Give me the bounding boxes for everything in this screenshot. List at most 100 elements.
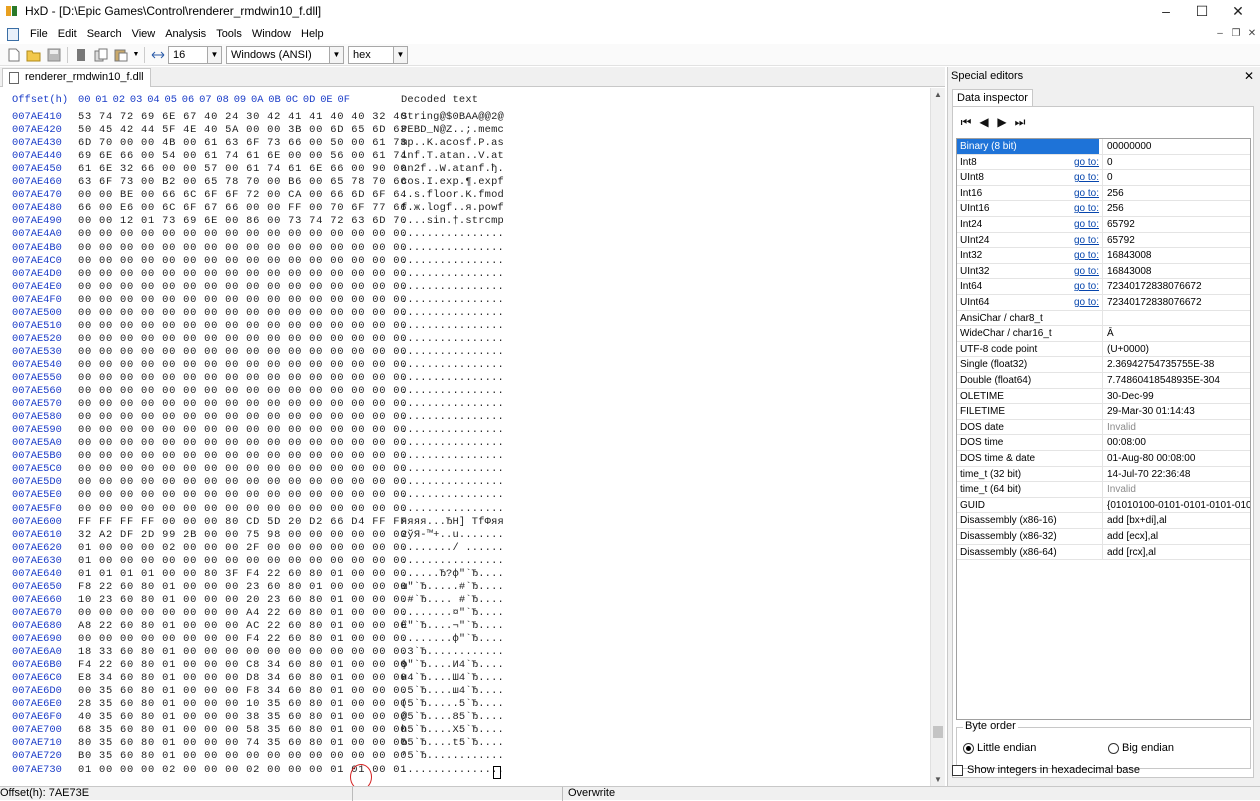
- inspector-value[interactable]: {01010100-0101-0101-0101-01010: [1105, 498, 1250, 513]
- chevron-down-icon[interactable]: ▼: [207, 46, 221, 63]
- row-bytes[interactable]: 53 74 72 69 6E 67 40 24 30 42 41 41 40 4…: [78, 111, 407, 124]
- row-decoded-text[interactable]: ш"`Ђ.....#`Ђ....: [401, 581, 504, 594]
- goto-link[interactable]: go to:: [1074, 186, 1099, 201]
- row-decoded-text[interactable]: ........ф"`Ђ....: [401, 633, 504, 646]
- goto-link[interactable]: go to:: [1074, 279, 1099, 294]
- tab-document[interactable]: renderer_rmdwin10_f.dll: [2, 68, 151, 87]
- menu-help[interactable]: Help: [296, 25, 329, 43]
- row-bytes[interactable]: 00 00 00 00 00 00 00 00 00 00 00 00 00 0…: [78, 268, 407, 281]
- scroll-down-icon[interactable]: ▼: [934, 775, 942, 784]
- inspector-row[interactable]: Disassembly (x86-32) add [ecx],al: [957, 529, 1250, 545]
- row-decoded-text[interactable]: String@$0BAA@@2@: [401, 111, 504, 124]
- first-icon[interactable]: ⏮: [959, 115, 973, 129]
- inspector-value[interactable]: add [ecx],al: [1105, 529, 1158, 544]
- row-decoded-text[interactable]: ................: [401, 255, 504, 268]
- data-inspector-grid[interactable]: Binary (8 bit) 00000000 Int8 go to: 0 UInt8 go…: [956, 138, 1251, 720]
- inspector-row[interactable]: UInt8 go to: 0: [957, 170, 1250, 186]
- inspector-row[interactable]: OLETIME 30-Dec-99: [957, 388, 1250, 405]
- row-bytes[interactable]: E8 34 60 80 01 00 00 00 D8 34 60 80 01 0…: [78, 672, 407, 685]
- row-decoded-text[interactable]: ....sin.†.strcmp: [401, 215, 504, 228]
- row-bytes[interactable]: 01 00 00 00 02 00 00 00 2F 00 00 00 00 0…: [78, 542, 407, 555]
- row-decoded-text[interactable]: ................: [401, 555, 504, 568]
- row-decoded-text[interactable]: ................: [401, 463, 504, 476]
- row-bytes[interactable]: 00 00 00 00 00 00 00 00 00 00 00 00 00 0…: [78, 294, 407, 307]
- inspector-row[interactable]: Disassembly (x86-64) add [rcx],al: [957, 544, 1250, 561]
- inspector-row[interactable]: Double (float64) 7.74860418548935E-304: [957, 373, 1250, 389]
- row-decoded-text[interactable]: ................: [401, 294, 504, 307]
- inspector-row[interactable]: Disassembly (x86-16) add [bx+di],al: [957, 513, 1250, 529]
- row-decoded-text[interactable]: ................: [401, 346, 504, 359]
- row-decoded-text[interactable]: .5`Ђ....ш4`Ђ....: [401, 685, 504, 698]
- menu-file[interactable]: File: [25, 25, 53, 43]
- row-bytes[interactable]: 40 35 60 80 01 00 00 00 38 35 60 80 01 0…: [78, 711, 407, 724]
- row-bytes[interactable]: 66 00 E6 00 6C 6F 67 66 00 00 FF 00 70 6…: [78, 202, 407, 215]
- inspector-value[interactable]: 2.36942754735755E-38: [1105, 357, 1214, 372]
- cut-icon[interactable]: [72, 46, 90, 64]
- row-bytes[interactable]: 00 00 00 00 00 00 00 00 00 00 00 00 00 0…: [78, 463, 407, 476]
- inspector-value[interactable]: 7.74860418548935E-304: [1105, 373, 1220, 388]
- row-decoded-text[interactable]: ................: [401, 268, 504, 281]
- bytes-per-row-select[interactable]: 16 ▼: [168, 45, 222, 64]
- row-bytes[interactable]: 00 00 BE 00 66 6C 6F 6F 72 00 CA 00 66 6…: [78, 189, 407, 202]
- inspector-value[interactable]: Invalid: [1105, 482, 1136, 497]
- goto-link[interactable]: go to:: [1074, 155, 1099, 170]
- row-decoded-text[interactable]: ................: [401, 476, 504, 489]
- inspector-value[interactable]: Invalid: [1105, 420, 1136, 435]
- radio-selected-icon[interactable]: [963, 742, 974, 754]
- row-bytes[interactable]: 63 6F 73 00 B2 00 65 78 70 00 B6 00 65 7…: [78, 176, 407, 189]
- row-decoded-text[interactable]: ................: [401, 281, 504, 294]
- row-bytes[interactable]: FF FF FF FF 00 00 00 80 CD 5D 20 D2 66 D…: [78, 516, 407, 529]
- inspector-value[interactable]: add [rcx],al: [1105, 545, 1156, 560]
- inspector-row[interactable]: FILETIME 29-Mar-30 01:14:43: [957, 404, 1250, 420]
- row-decoded-text[interactable]: и4`Ђ....Ш4`Ђ....: [401, 672, 504, 685]
- row-decoded-text[interactable]: ................: [401, 242, 504, 255]
- row-bytes[interactable]: 00 00 00 00 00 00 00 00 00 00 00 00 00 0…: [78, 385, 407, 398]
- row-bytes[interactable]: 00 00 00 00 00 00 00 00 00 00 00 00 00 0…: [78, 281, 407, 294]
- charset-select[interactable]: Windows (ANSI) ▼: [226, 45, 344, 64]
- row-bytes[interactable]: 00 00 00 00 00 00 00 00 00 00 00 00 00 0…: [78, 255, 407, 268]
- row-decoded-text[interactable]: ........¤"`Ђ....: [401, 607, 504, 620]
- close-button[interactable]: ✕: [1220, 0, 1256, 22]
- row-decoded-text[interactable]: 2ўЯ-™+..u.......: [401, 529, 504, 542]
- inspector-value[interactable]: 16843008: [1105, 248, 1152, 263]
- row-bytes[interactable]: 00 00 00 00 00 00 00 00 00 00 00 00 00 0…: [78, 476, 407, 489]
- inspector-value[interactable]: 29-Mar-30 01:14:43: [1105, 404, 1195, 419]
- row-decoded-text[interactable]: ................: [401, 411, 504, 424]
- row-decoded-text[interactable]: ................: [401, 437, 504, 450]
- inspector-value[interactable]: 00:08:00: [1105, 435, 1146, 450]
- row-bytes[interactable]: 00 00 00 00 00 00 00 00 00 00 00 00 00 0…: [78, 450, 407, 463]
- inspector-row[interactable]: Int16 go to: 256: [957, 185, 1250, 202]
- inspector-row[interactable]: Single (float32) 2.36942754735755E-38: [957, 357, 1250, 373]
- inspector-row[interactable]: AnsiChar / char8_t: [957, 310, 1250, 327]
- goto-link[interactable]: go to:: [1074, 201, 1099, 216]
- checkbox-unchecked-icon[interactable]: [952, 764, 963, 776]
- row-decoded-text[interactable]: Ђ5`Ђ....t5`Ђ....: [401, 737, 504, 750]
- row-decoded-text[interactable]: ................: [401, 372, 504, 385]
- row-bytes[interactable]: F8 22 60 80 01 00 00 00 23 60 80 01 00 0…: [78, 581, 407, 594]
- chevron-down-icon[interactable]: ▼: [329, 46, 343, 63]
- row-bytes[interactable]: 28 35 60 80 01 00 00 00 10 35 60 80 01 0…: [78, 698, 407, 711]
- row-decoded-text[interactable]: яяяя...ЂН] ТfФяя: [401, 516, 504, 529]
- chevron-down-icon[interactable]: ▼: [393, 46, 407, 63]
- row-bytes[interactable]: 00 00 00 00 00 00 00 00 00 00 00 00 00 0…: [78, 424, 407, 437]
- row-decoded-text[interactable]: an2f..W.atanf.ђ.: [401, 163, 504, 176]
- goto-link[interactable]: go to:: [1074, 170, 1099, 185]
- radio-unselected-icon[interactable]: [1108, 742, 1119, 754]
- new-file-icon[interactable]: [5, 46, 23, 64]
- inspector-value[interactable]: 0: [1105, 155, 1113, 170]
- big-endian-radio[interactable]: Big endian: [1108, 742, 1174, 754]
- inspector-value[interactable]: 72340172838076672: [1105, 279, 1202, 294]
- inspector-row[interactable]: UInt64 go to: 72340172838076672: [957, 295, 1250, 311]
- row-decoded-text[interactable]: PEBD_N@Z..;.memc: [401, 124, 504, 137]
- menu-analysis[interactable]: Analysis: [160, 25, 211, 43]
- inspector-value[interactable]: 00000000: [1105, 139, 1152, 154]
- hex-integers-checkbox[interactable]: Show integers in hexadecimal base: [952, 764, 1140, 776]
- row-bytes[interactable]: 00 00 00 00 00 00 00 00 00 00 00 00 00 0…: [78, 503, 407, 516]
- row-decoded-text[interactable]: °5`Ђ............: [401, 750, 504, 763]
- next-icon[interactable]: ▶: [995, 115, 1009, 129]
- row-bytes[interactable]: 80 35 60 80 01 00 00 00 74 35 60 80 01 0…: [78, 737, 407, 750]
- row-decoded-text[interactable]: ................: [401, 359, 504, 372]
- row-decoded-text[interactable]: mp..K.acosf.P.as: [401, 137, 504, 150]
- mdi-restore-icon[interactable]: ❐: [1229, 28, 1243, 39]
- goto-link[interactable]: go to:: [1074, 217, 1099, 232]
